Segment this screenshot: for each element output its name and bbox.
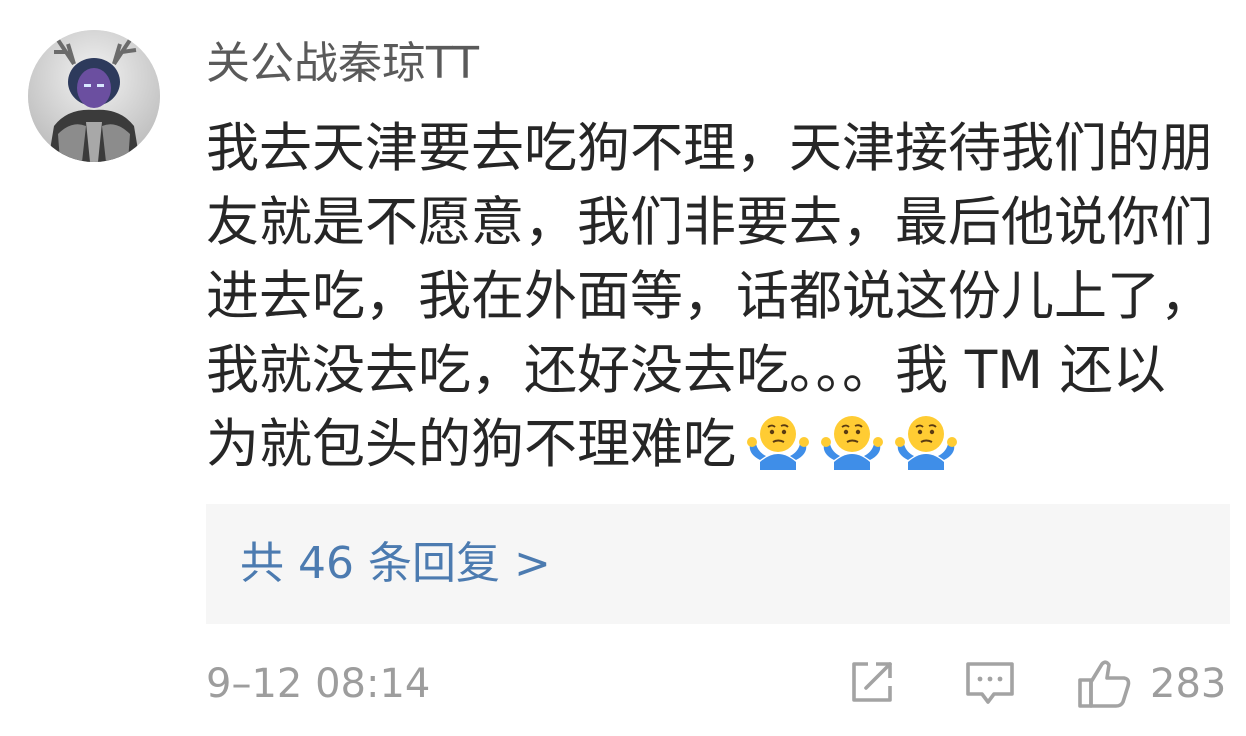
comment-body: 我去天津要去吃狗不理，天津接待我们的朋友就是不愿意，我们非要去，最后他说你们进去… [206,112,1216,490]
timestamp: 9–12 08:14 [206,661,431,707]
emoji-group [736,410,958,490]
shrug-emoji [894,410,958,470]
share-icon [852,662,892,702]
avatar-image [28,30,160,162]
username[interactable]: 关公战秦琼TT [206,38,479,90]
shrug-emoji [820,410,884,470]
like-button[interactable]: 283 [1076,656,1226,712]
like-count: 283 [1150,661,1227,707]
comment-text: 我去天津要去吃狗不理，天津接待我们的朋友就是不愿意，我们非要去，最后他说你们进去… [206,118,1213,475]
thumbs-up-icon [1078,660,1131,708]
comment-button[interactable] [962,656,1018,712]
replies-panel[interactable]: 共 46 条回复 > [206,504,1230,624]
avatar[interactable] [28,30,160,162]
shrug-emoji [746,410,810,470]
comment-icon [966,662,1014,704]
share-button[interactable] [846,656,898,712]
view-replies-link[interactable]: 共 46 条回复 > [240,538,551,590]
